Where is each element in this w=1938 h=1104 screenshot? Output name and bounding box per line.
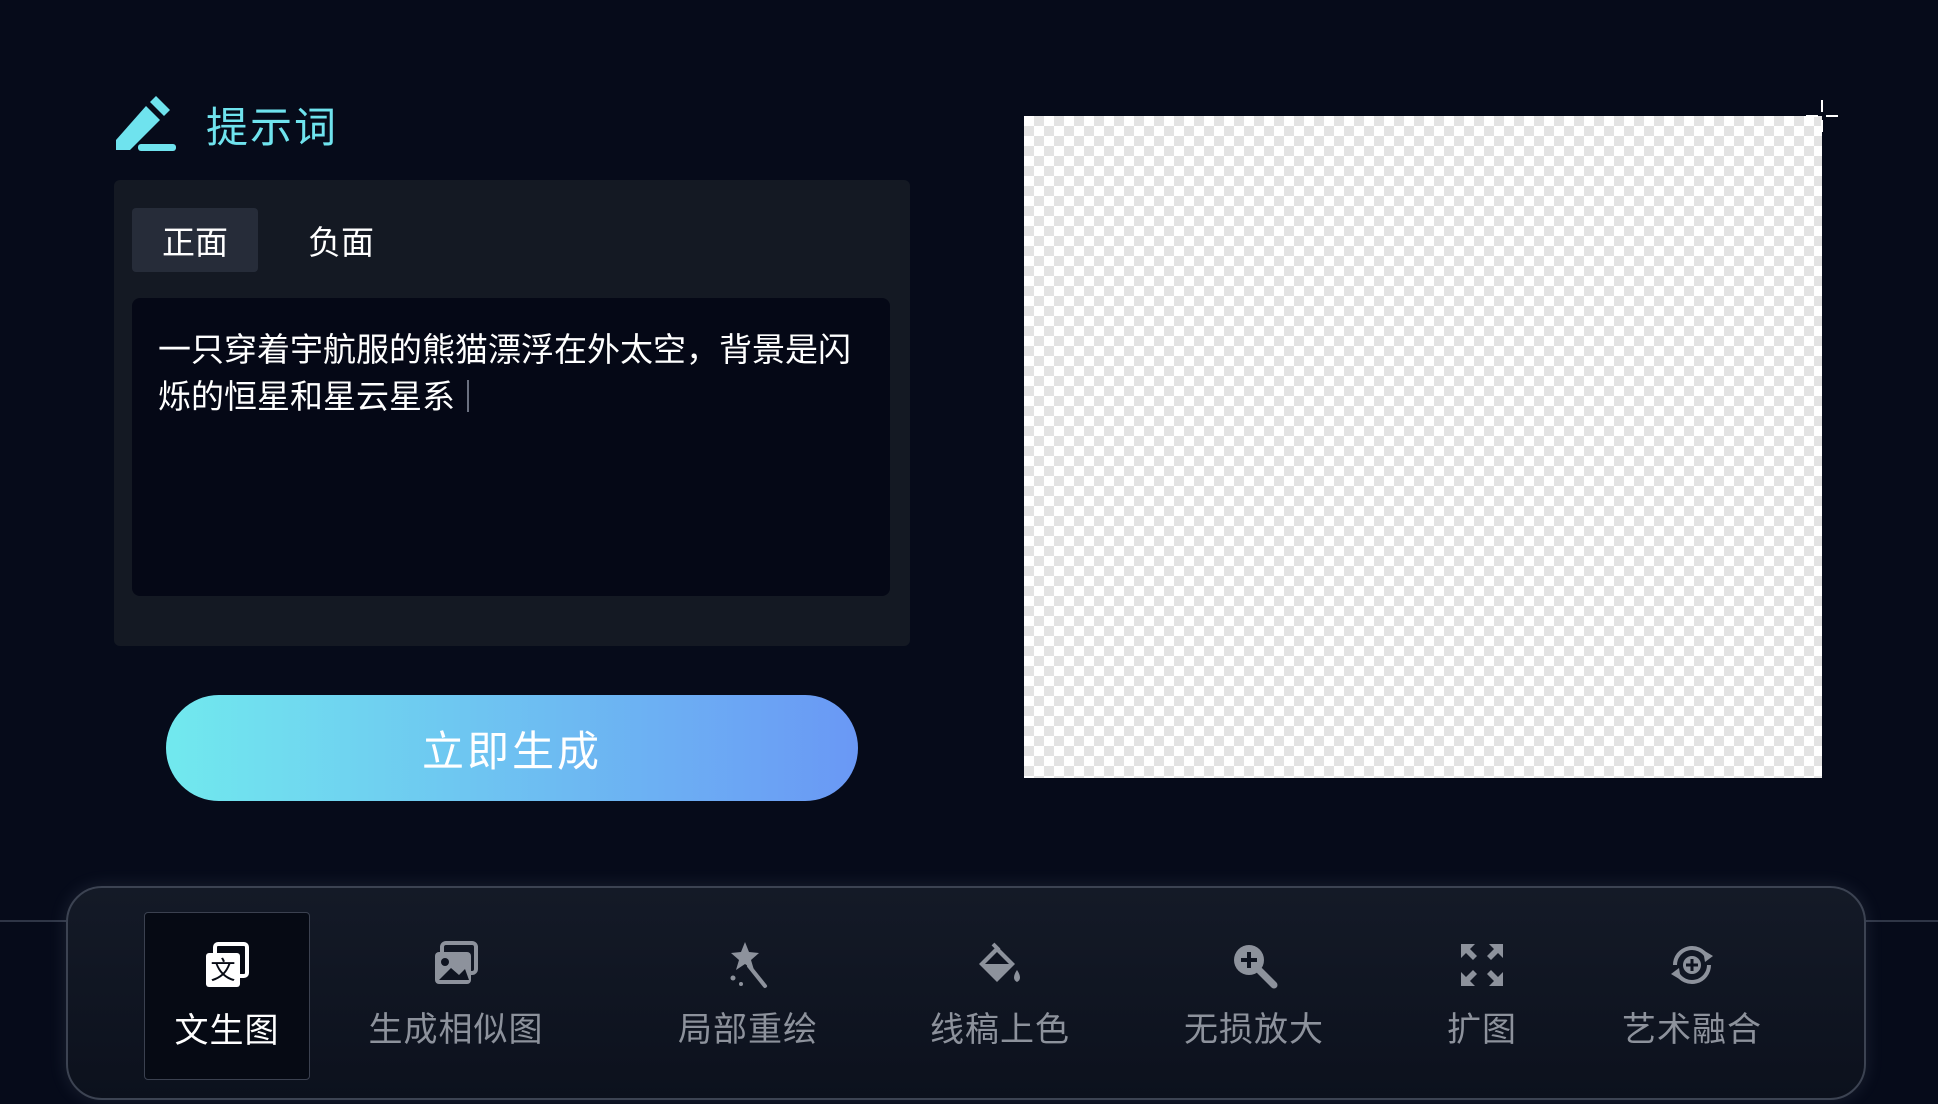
tool-text-to-image[interactable]: 文 文生图 [144, 912, 310, 1080]
tool-similar-image[interactable]: 生成相似图 [366, 912, 546, 1078]
tool-expand-image[interactable]: 扩图 [1430, 912, 1534, 1078]
pencil-icon [116, 96, 176, 151]
tab-negative[interactable]: 负面 [278, 208, 404, 272]
magic-wand-icon [730, 941, 767, 988]
tab-positive[interactable]: 正面 [132, 208, 258, 272]
tool-art-fusion[interactable]: 艺术融合 [1616, 912, 1768, 1078]
canvas-preview[interactable] [1024, 116, 1822, 778]
crosshair-icon[interactable] [1804, 98, 1840, 134]
prompt-tabs: 正面 负面 [132, 208, 404, 272]
similar-image-icon [435, 940, 478, 984]
zoom-in-icon [1234, 944, 1278, 988]
bottom-toolbar: 文 文生图 生成相似图 局部重绘 线稿上色 无损放大 扩图 艺术融合 [66, 886, 1866, 1100]
tool-line-coloring[interactable]: 线稿上色 [924, 912, 1076, 1078]
prompt-panel: 正面 负面 一只穿着宇航服的熊猫漂浮在外太空，背景是闪烁的恒星和星云星系 [114, 180, 910, 646]
tool-label: 扩图 [1447, 1009, 1517, 1050]
tool-local-repaint[interactable]: 局部重绘 [672, 912, 824, 1078]
page: 提示词 正面 负面 一只穿着宇航服的熊猫漂浮在外太空，背景是闪烁的恒星和星云星系… [0, 0, 1938, 1104]
prompt-text: 一只穿着宇航服的熊猫漂浮在外太空，背景是闪烁的恒星和星云星系 [158, 330, 851, 416]
prompt-textarea[interactable]: 一只穿着宇航服的熊猫漂浮在外太空，背景是闪烁的恒星和星云星系 [132, 298, 890, 596]
art-fusion-icon [1671, 945, 1713, 984]
svg-text:文: 文 [210, 956, 235, 985]
prompt-header: 提示词 [112, 92, 338, 156]
expand-icon [1461, 943, 1503, 986]
text-to-image-icon: 文 [206, 941, 249, 987]
tool-label: 艺术融合 [1622, 1009, 1762, 1050]
prompt-title: 提示词 [206, 102, 339, 152]
tool-lossless-upscale[interactable]: 无损放大 [1178, 912, 1330, 1078]
tool-label: 线稿上色 [930, 1009, 1070, 1050]
tool-label: 生成相似图 [368, 1009, 544, 1050]
tool-label: 局部重绘 [678, 1009, 818, 1050]
generate-button[interactable]: 立即生成 [166, 695, 858, 801]
tool-label: 文生图 [174, 1010, 280, 1051]
paint-bucket-icon [979, 942, 1020, 982]
text-caret [467, 380, 469, 412]
tool-label: 无损放大 [1184, 1009, 1324, 1050]
